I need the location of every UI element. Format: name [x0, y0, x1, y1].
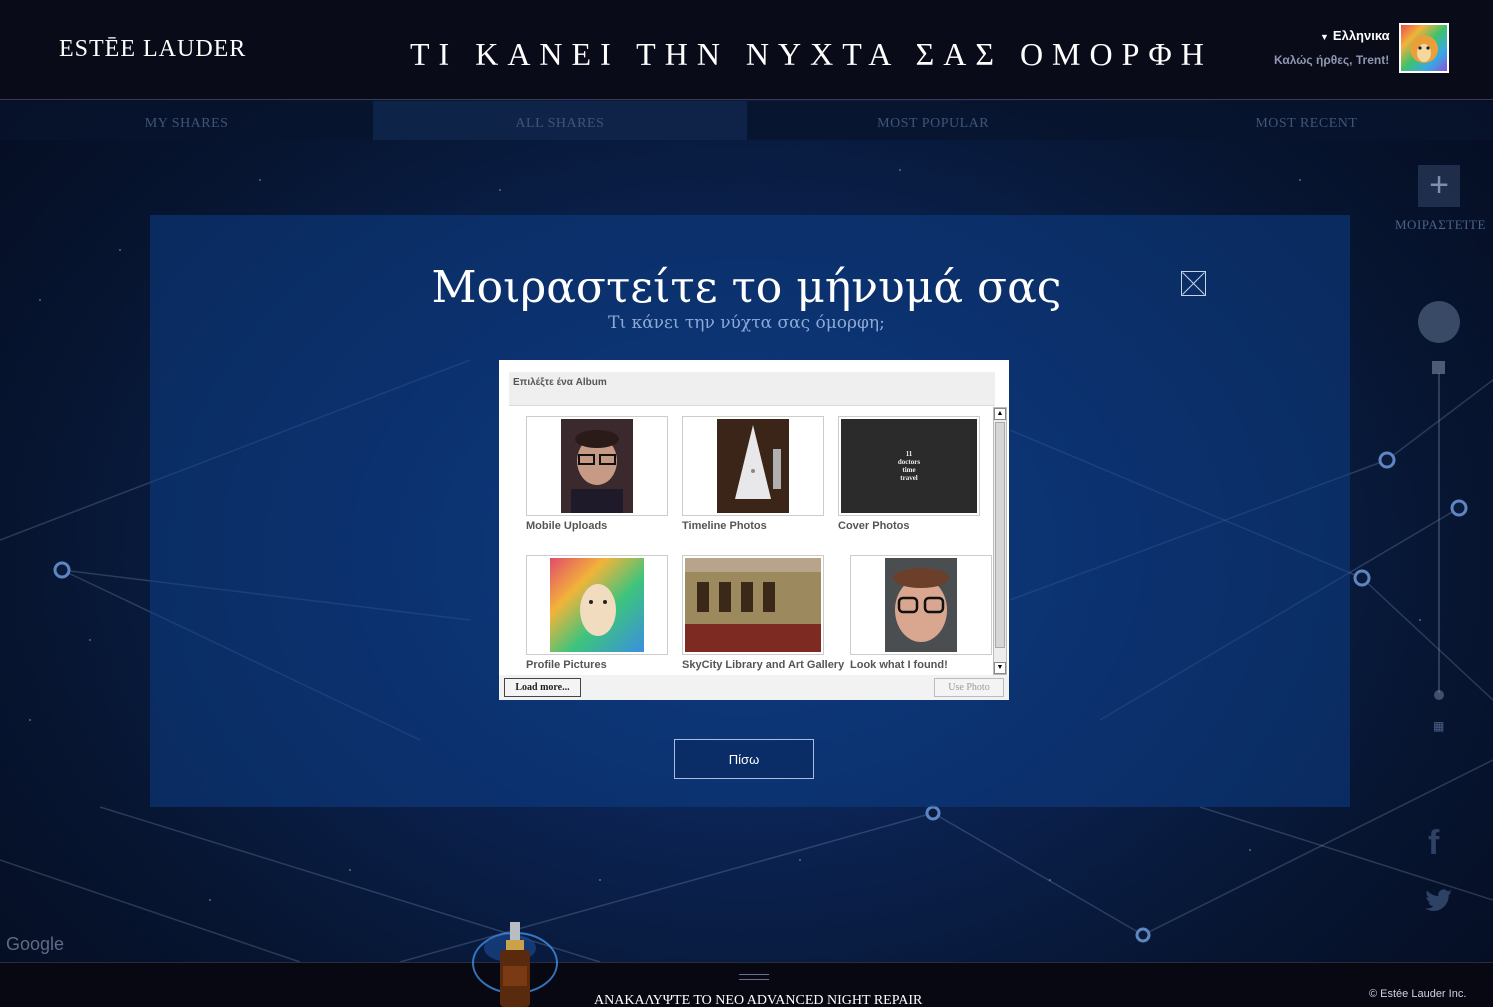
welcome-message: Καλώς ήρθες, Trent!	[1274, 53, 1390, 67]
album-picker-heading: Επιλέξτε ένα Album	[509, 372, 995, 406]
album-timeline-photos[interactable]: Timeline Photos	[682, 416, 824, 532]
tab-most-popular[interactable]: MOST POPULAR	[747, 101, 1120, 140]
scroll-thumb[interactable]	[995, 422, 1005, 648]
zoom-min-marker[interactable]	[1434, 690, 1444, 700]
footer-promo[interactable]: ΑΝΑΚΑΛΥΨΤΕ ΤΟ NEO ADVANCED NIGHT REPAIR	[594, 993, 922, 1007]
zoom-slider-track[interactable]	[1438, 373, 1440, 693]
album-profile-pictures[interactable]: Profile Pictures	[526, 555, 668, 671]
close-modal-button[interactable]	[1181, 271, 1206, 296]
modal-title: Μοιραστείτε το μήνυμά σας	[431, 262, 1062, 313]
google-attribution: Google	[6, 934, 65, 954]
modal-subtitle: Τι κάνει την νύχτα σας όμορφη;	[608, 313, 885, 333]
minecraft-library-photo	[685, 558, 821, 652]
scroll-down-icon[interactable]: ▼	[994, 662, 1006, 674]
promo-product: NEO ADVANCED NIGHT REPAIR	[715, 993, 923, 1007]
album-picker: Επιλέξτε ένα Album Mobile Uploads Timeli…	[499, 360, 1009, 700]
copyright-notice: © Estée Lauder Inc.	[1369, 988, 1467, 1000]
lion-avatar-icon	[1410, 35, 1438, 63]
campaign-headline: ΤΙ ΚΑΝΕΙ ΤΗΝ ΝΥΧΤΑ ΣΑΣ ΟΜΟΡΦΗ	[410, 36, 1213, 72]
album-mobile-uploads[interactable]: Mobile Uploads	[526, 416, 668, 532]
promo-prefix: ΑΝΑΚΑΛΥΨΤΕ ΤΟ	[594, 993, 712, 1007]
grid-view-icon[interactable]: ▦	[1433, 720, 1445, 732]
tab-all-shares[interactable]: ALL SHARES	[373, 101, 747, 140]
album-look-what-i-found[interactable]: Look what I found!	[850, 555, 992, 671]
caret-down-icon: ▼	[1320, 32, 1329, 42]
back-button[interactable]: Πίσω	[674, 739, 814, 779]
use-photo-button[interactable]: Use Photo	[934, 678, 1004, 697]
album-thumbnail[interactable]	[682, 555, 824, 655]
iron-photo	[717, 419, 789, 513]
album-cover-photos[interactable]: 11 doctors time travel Cover Photos	[838, 416, 980, 532]
album-label: Look what I found!	[850, 659, 948, 671]
tab-most-recent[interactable]: MOST RECENT	[1120, 101, 1493, 140]
album-thumbnail[interactable]: 11 doctors time travel	[838, 416, 980, 516]
album-label: Cover Photos	[838, 520, 910, 532]
album-thumbnail[interactable]	[682, 416, 824, 516]
site-footer: ΑΝΑΚΑΛΥΨΤΕ ΤΟ NEO ADVANCED NIGHT REPAIR …	[0, 962, 1493, 1007]
twitter-icon[interactable]	[1422, 885, 1454, 917]
album-scrollbar[interactable]: ▲ ▼	[993, 407, 1007, 675]
portrait-photo	[561, 419, 633, 513]
footer-expand-handle[interactable]	[739, 974, 769, 980]
estee-lauder-logo[interactable]: ESTĒE LAUDER	[59, 36, 246, 63]
album-thumbnail[interactable]	[526, 555, 668, 655]
shares-nav: MY SHARES ALL SHARES MOST POPULAR MOST R…	[0, 101, 1493, 140]
tab-my-shares[interactable]: MY SHARES	[0, 101, 373, 140]
night-repair-bottle-image[interactable]	[470, 918, 560, 1007]
album-thumbnail[interactable]	[850, 555, 992, 655]
user-avatar[interactable]	[1399, 23, 1449, 73]
site-header: ESTĒE LAUDER ΤΙ ΚΑΝΕΙ ΤΗΝ ΝΥΧΤΑ ΣΑΣ ΟΜΟΡ…	[0, 0, 1493, 100]
load-more-button[interactable]: Load more...	[504, 678, 581, 697]
album-thumbnail[interactable]	[526, 416, 668, 516]
album-skycity-library[interactable]: SkyCity Library and Art Gallery	[682, 555, 845, 671]
selfie-photo	[885, 558, 957, 652]
facebook-icon[interactable]: f	[1428, 824, 1439, 863]
share-plus-button[interactable]: +	[1418, 165, 1460, 207]
language-label: Ελληνικα	[1332, 28, 1390, 43]
album-label: Mobile Uploads	[526, 520, 608, 532]
cover-photo-text: 11 doctors time travel	[897, 450, 921, 482]
share-label[interactable]: ΜΟΙΡΑΣΤΕΊΤΕ	[1395, 217, 1486, 233]
lion-photo	[550, 558, 644, 652]
album-label: Profile Pictures	[526, 659, 607, 671]
album-label: SkyCity Library and Art Gallery	[682, 659, 845, 671]
zoom-slider-handle[interactable]	[1432, 361, 1445, 374]
language-selector[interactable]: ▼ Ελληνικα	[1320, 28, 1390, 43]
album-label: Timeline Photos	[682, 520, 767, 532]
scroll-up-icon[interactable]: ▲	[994, 408, 1006, 420]
